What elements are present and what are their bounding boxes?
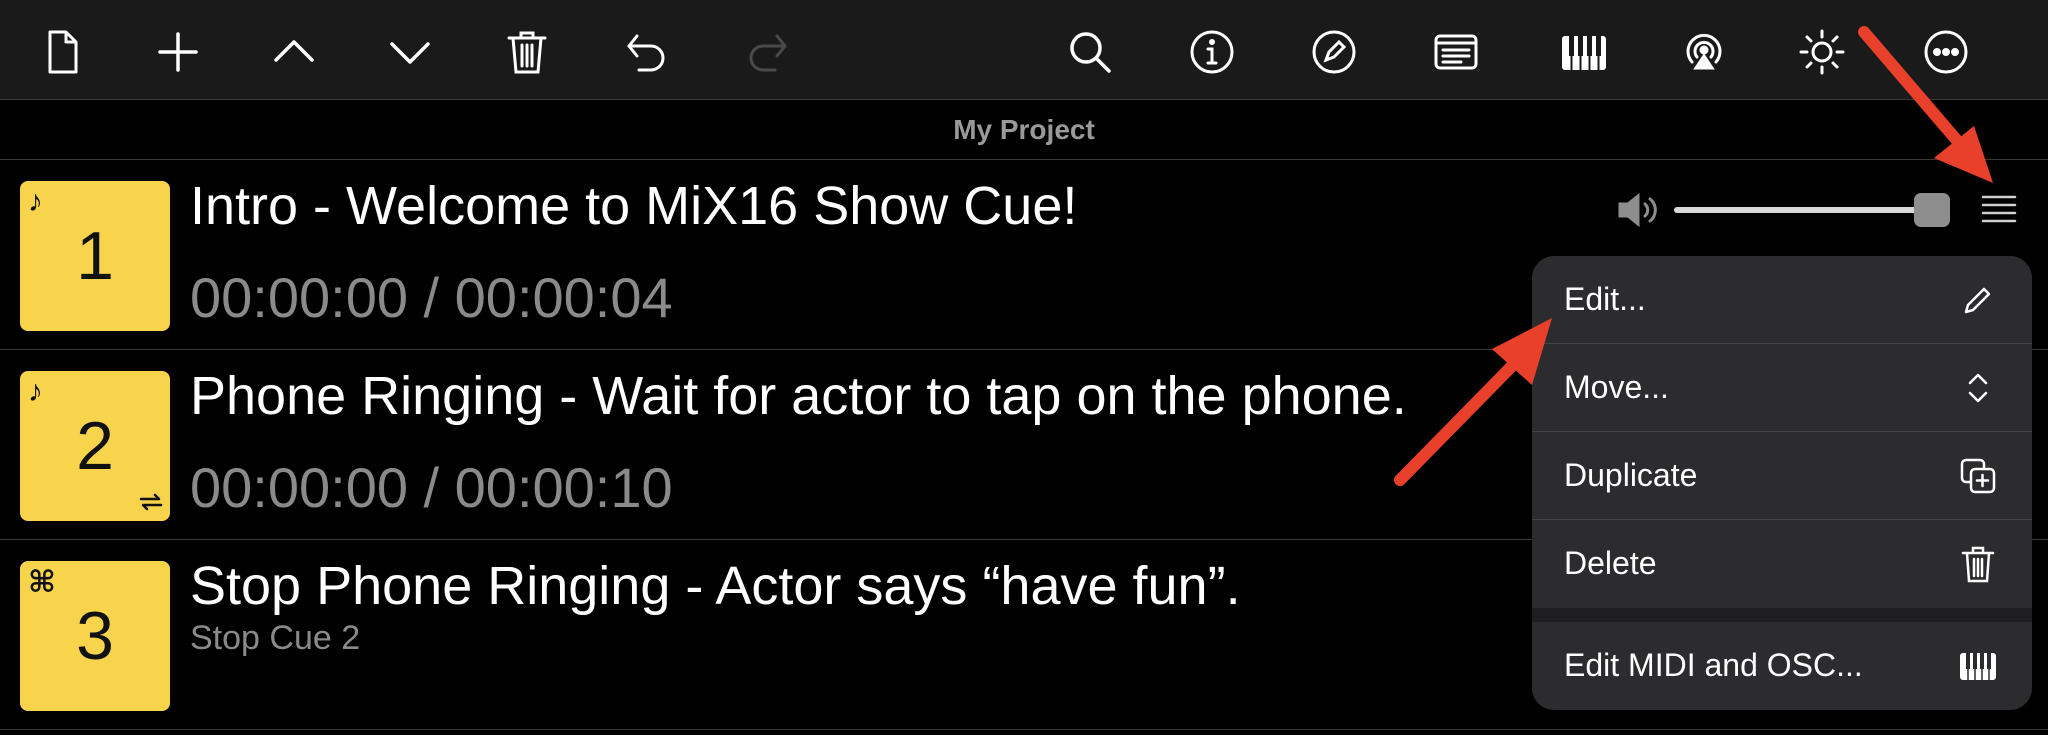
- menu-item-edit[interactable]: Edit...: [1532, 256, 2032, 344]
- move-up-button[interactable]: [264, 22, 324, 82]
- midi-button[interactable]: [1554, 22, 1614, 82]
- cue-number: 3: [76, 598, 114, 674]
- airplay-button[interactable]: [1674, 22, 1734, 82]
- music-note-icon: ♪: [28, 375, 43, 408]
- search-button[interactable]: [1060, 22, 1120, 82]
- piano-keys-icon: [1960, 653, 1996, 680]
- menu-separator: [1532, 608, 2032, 622]
- menu-item-move[interactable]: Move...: [1532, 344, 2032, 432]
- project-title: My Project: [953, 114, 1095, 145]
- command-icon: ⌘: [28, 566, 56, 599]
- row-menu-icon[interactable]: [1980, 192, 2018, 228]
- cue-number: 1: [76, 218, 114, 294]
- plus-icon: [158, 32, 198, 72]
- brightness-button[interactable]: [1792, 22, 1852, 82]
- speaker-icon: [1618, 192, 1657, 228]
- cue-time: 00:00:00 / 00:00:04: [190, 266, 673, 329]
- toolbar: [0, 0, 2048, 100]
- chevron-down-icon: [390, 42, 430, 64]
- cue-tile[interactable]: ♪ 1: [20, 181, 170, 331]
- menu-item-label: Duplicate: [1564, 457, 1698, 493]
- trash-icon: [1961, 546, 1995, 583]
- chevron-up-icon: [274, 40, 314, 62]
- info-button[interactable]: [1182, 22, 1242, 82]
- sun-icon: [1799, 29, 1845, 75]
- menu-item-duplicate[interactable]: Duplicate: [1532, 432, 2032, 520]
- trash-icon: [507, 31, 547, 74]
- redo-icon: [749, 34, 787, 72]
- menu-item-label: Edit...: [1564, 281, 1646, 317]
- document-icon: [48, 30, 78, 74]
- context-menu: Edit... Move... Duplicate Delete Edit MI…: [1532, 256, 2032, 710]
- info-icon: [1190, 30, 1234, 74]
- airplay-icon: [1686, 33, 1722, 70]
- delete-button[interactable]: [497, 22, 557, 82]
- cue-tile[interactable]: ⌘ 3: [20, 561, 170, 711]
- menu-item-label: Move...: [1564, 369, 1669, 405]
- cue-title: Stop Phone Ringing - Actor says “have fu…: [190, 556, 1241, 616]
- cue-title: Phone Ringing - Wait for actor to tap on…: [190, 366, 1407, 426]
- edit-mode-button[interactable]: [1304, 22, 1364, 82]
- project-title-bar: My Project: [0, 101, 2048, 160]
- up-down-chevron-icon: [1968, 373, 1988, 403]
- notes-icon: [1434, 34, 1478, 70]
- cue-number: 2: [76, 408, 114, 484]
- volume-slider[interactable]: [1674, 207, 1932, 213]
- undo-icon: [627, 34, 665, 72]
- cue-time: 00:00:00 / 00:00:10: [190, 456, 673, 519]
- pencil-icon: [1964, 287, 1991, 314]
- redo-button[interactable]: [737, 22, 797, 82]
- piano-keys-icon: [1562, 36, 1606, 70]
- pencil-circle-icon: [1312, 30, 1356, 74]
- cue-tile[interactable]: ♪ 2: [20, 371, 170, 521]
- more-button[interactable]: [1916, 22, 1976, 82]
- duplicate-icon: [1960, 458, 1996, 494]
- search-icon: [1070, 32, 1111, 73]
- loop-icon: [139, 493, 163, 511]
- menu-item-edit-midi-osc[interactable]: Edit MIDI and OSC...: [1532, 622, 2032, 710]
- add-button[interactable]: [148, 22, 208, 82]
- menu-item-delete[interactable]: Delete: [1532, 520, 2032, 608]
- new-document-button[interactable]: [32, 22, 92, 82]
- cue-subtitle: Stop Cue 2: [190, 619, 361, 657]
- cue-title: Intro - Welcome to MiX16 Show Cue!: [190, 176, 1078, 236]
- ellipsis-circle-icon: [1924, 30, 1968, 74]
- undo-button[interactable]: [617, 22, 677, 82]
- volume-slider-thumb[interactable]: [1914, 193, 1950, 227]
- move-down-button[interactable]: [380, 22, 440, 82]
- music-note-icon: ♪: [28, 185, 43, 218]
- menu-item-label: Edit MIDI and OSC...: [1564, 647, 1863, 683]
- notes-button[interactable]: [1426, 22, 1486, 82]
- menu-item-label: Delete: [1564, 545, 1657, 581]
